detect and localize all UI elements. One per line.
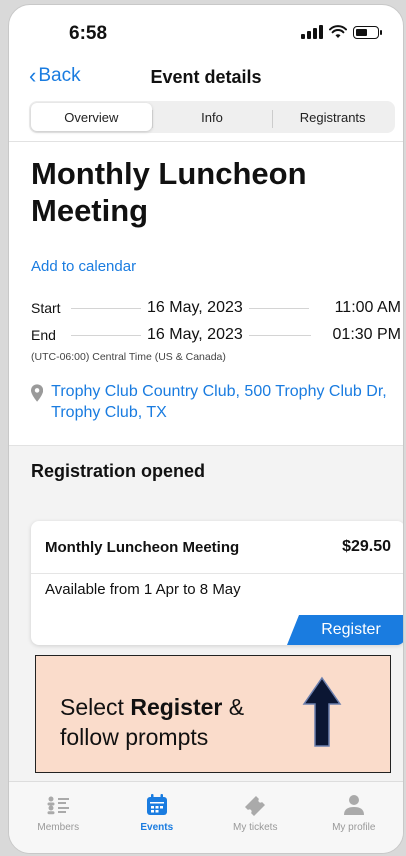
tab-my-tickets[interactable]: My tickets bbox=[206, 782, 305, 853]
start-time: 11:00 AM bbox=[334, 299, 401, 316]
person-icon bbox=[343, 792, 365, 818]
divider bbox=[31, 573, 403, 574]
end-row: End 16 May, 2023 01:30 PM bbox=[31, 325, 401, 345]
tab-events[interactable]: Events bbox=[108, 782, 207, 853]
status-bar: 6:58 bbox=[9, 5, 403, 57]
page-title: Event details bbox=[150, 67, 262, 87]
end-time: 01:30 PM bbox=[332, 326, 401, 343]
ticket-card: Monthly Luncheon Meeting $29.50 Availabl… bbox=[31, 521, 403, 645]
tab-label: Events bbox=[140, 822, 174, 833]
callout-suffix: & bbox=[222, 694, 245, 720]
tab-registrants[interactable]: Registrants bbox=[272, 103, 393, 131]
ticket-availability: Available from 1 Apr to 8 May bbox=[45, 581, 241, 598]
tab-label: Overview bbox=[64, 109, 119, 125]
event-title: Monthly Luncheon Meeting bbox=[31, 156, 307, 228]
end-label: End bbox=[31, 327, 56, 343]
divider bbox=[71, 334, 141, 336]
tab-my-profile[interactable]: My profile bbox=[305, 782, 404, 853]
status-icons bbox=[301, 25, 382, 39]
start-date: 16 May, 2023 bbox=[147, 299, 243, 316]
registration-status: Registration opened bbox=[31, 461, 206, 481]
nav-bar: ‹ Back Event details bbox=[9, 61, 403, 95]
status-time: 6:58 bbox=[69, 23, 108, 44]
phone-screen: 6:58 ‹ Back Event details Overview Info … bbox=[8, 4, 404, 854]
callout-prefix: Select bbox=[60, 694, 131, 720]
location-link[interactable]: Trophy Club Country Club, 500 Trophy Clu… bbox=[51, 381, 397, 423]
map-pin-icon bbox=[31, 384, 44, 402]
divider bbox=[9, 141, 403, 142]
location[interactable]: Trophy Club Country Club, 500 Trophy Clu… bbox=[31, 381, 397, 423]
calendar-icon bbox=[145, 792, 169, 818]
signal-icon bbox=[301, 25, 323, 39]
ticket-name: Monthly Luncheon Meeting bbox=[45, 539, 240, 556]
instruction-callout: Select Register & follow prompts bbox=[35, 655, 391, 773]
register-button[interactable]: Register bbox=[287, 615, 403, 645]
start-row: Start 16 May, 2023 11:00 AM bbox=[31, 298, 401, 318]
wifi-icon bbox=[329, 25, 347, 38]
arrow-up-icon bbox=[302, 676, 342, 747]
callout-bold: Register bbox=[130, 694, 223, 720]
tab-label: Members bbox=[37, 822, 80, 833]
timezone-text: (UTC-06:00) Central Time (US & Canada) bbox=[31, 351, 226, 363]
ticket-icon bbox=[242, 792, 268, 818]
add-to-calendar-link[interactable]: Add to calendar bbox=[31, 258, 136, 275]
members-icon bbox=[46, 792, 70, 818]
bottom-tab-bar: Members Events My tickets My profile bbox=[9, 781, 404, 853]
divider bbox=[71, 307, 141, 309]
tab-label: Registrants bbox=[299, 109, 366, 125]
tab-label: My tickets bbox=[233, 822, 278, 833]
start-label: Start bbox=[31, 300, 61, 316]
tab-label: My profile bbox=[332, 822, 376, 833]
tab-label: Info bbox=[201, 109, 223, 125]
divider bbox=[248, 307, 309, 309]
tab-overview[interactable]: Overview bbox=[31, 103, 152, 131]
end-date: 16 May, 2023 bbox=[147, 326, 243, 343]
battery-icon bbox=[353, 25, 382, 39]
tab-info[interactable]: Info bbox=[151, 103, 273, 131]
callout-line2: follow prompts bbox=[60, 724, 209, 750]
callout-text: Select Register & follow prompts bbox=[60, 692, 244, 752]
tab-members[interactable]: Members bbox=[9, 782, 108, 853]
ticket-price: $29.50 bbox=[342, 538, 391, 555]
divider bbox=[248, 334, 311, 336]
segmented-tabs: Overview Info Registrants bbox=[29, 101, 395, 133]
